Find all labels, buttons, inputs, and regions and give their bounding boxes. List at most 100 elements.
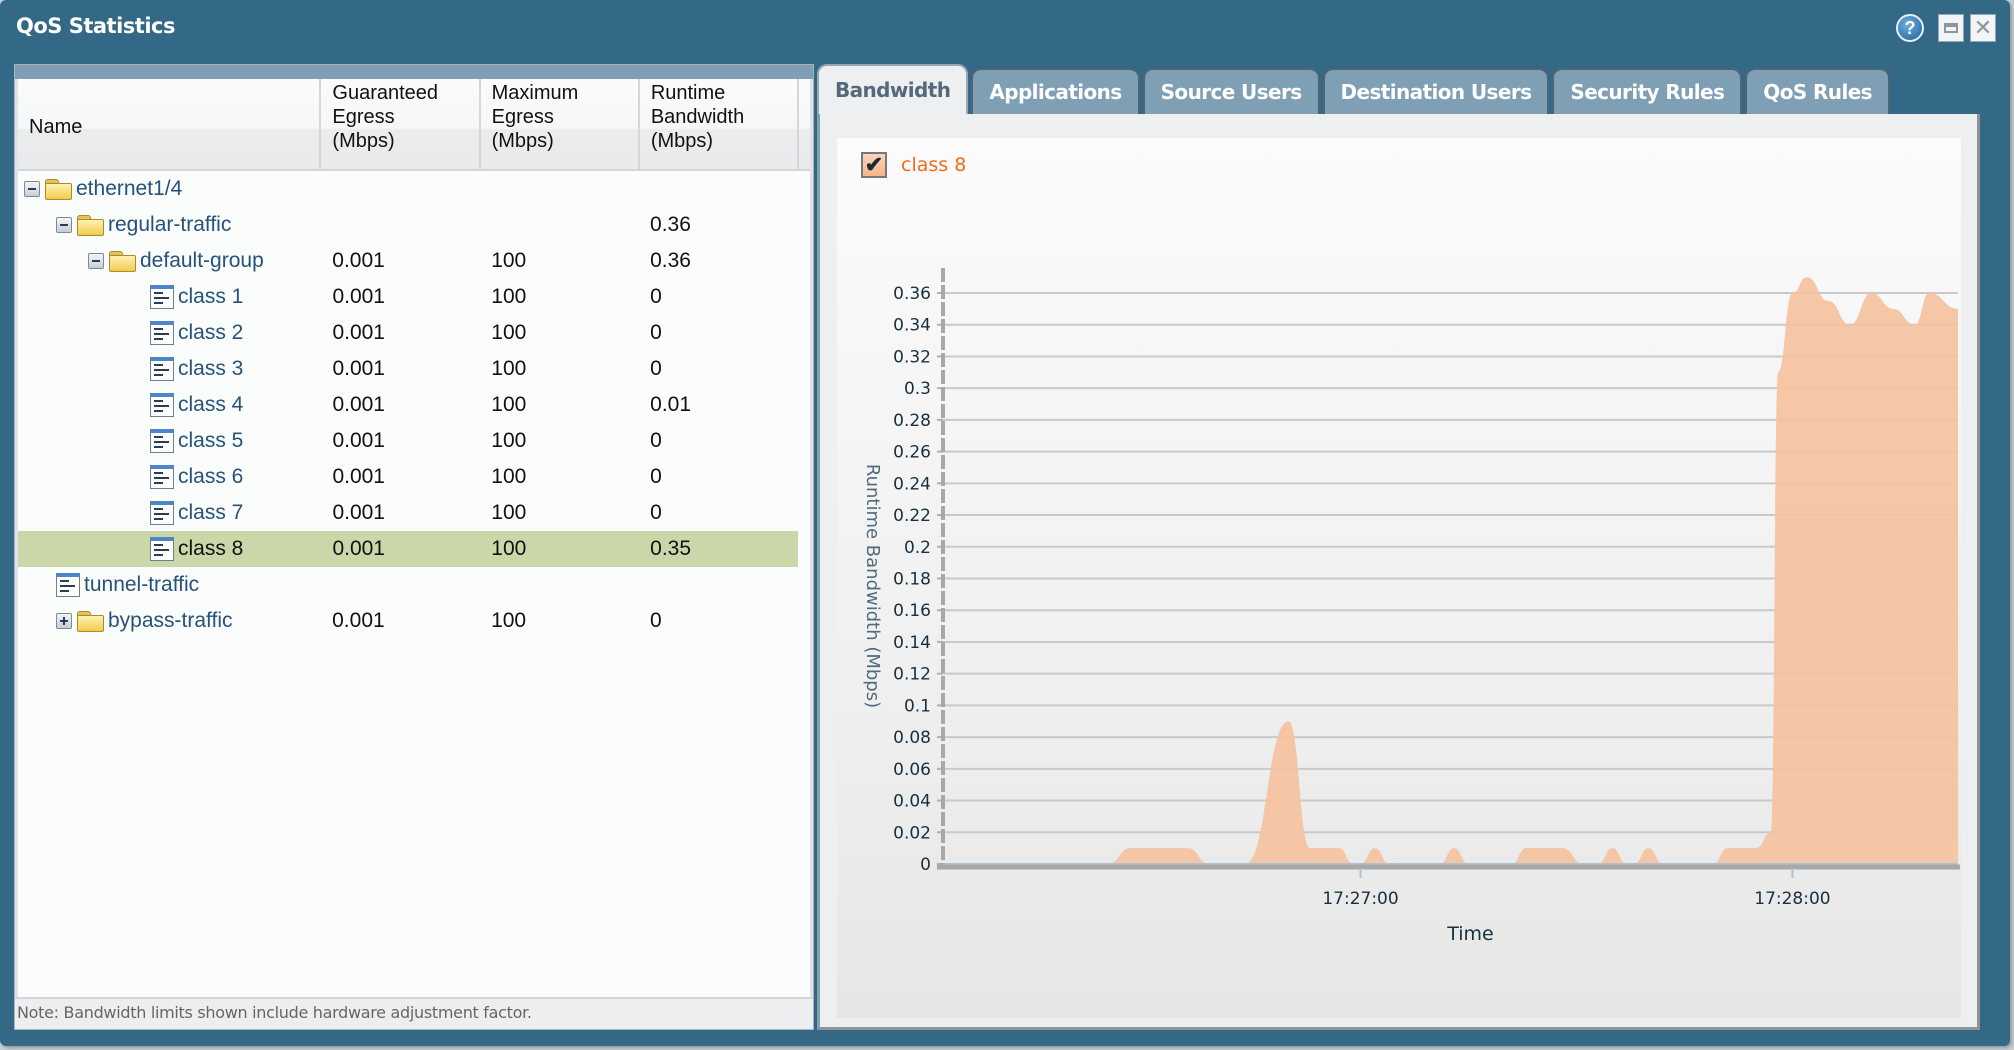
y-tick-label: 0.1: [904, 696, 931, 716]
collapse-icon[interactable]: [24, 181, 40, 197]
guaranteed-cell: 0.001: [332, 537, 385, 560]
guaranteed-cell: 0.001: [332, 321, 385, 344]
row-name[interactable]: class 8: [178, 537, 243, 561]
row-name[interactable]: regular-traffic: [108, 213, 231, 237]
class-icon: [150, 357, 174, 381]
name-cell: default-group: [18, 243, 321, 279]
maximize-icon: [1944, 23, 1958, 33]
runtime-cell: 0: [650, 285, 662, 308]
name-cell: tunnel-traffic: [18, 567, 321, 603]
row-name[interactable]: tunnel-traffic: [84, 573, 199, 597]
row-name[interactable]: class 1: [178, 285, 243, 309]
name-cell: bypass-traffic: [18, 603, 321, 639]
runtime-cell: 0: [650, 609, 662, 632]
maximum-cell: 100: [491, 609, 527, 632]
runtime-cell: 0.36: [650, 249, 691, 272]
column-header-runtime-bandwidth[interactable]: Runtime Bandwidth (Mbps): [640, 79, 800, 169]
expand-icon[interactable]: [56, 613, 72, 629]
tree-row[interactable]: class 2 0.001 100 0: [18, 315, 798, 351]
tab-qos-rules[interactable]: QoS Rules: [1745, 68, 1890, 114]
guaranteed-cell: 0.001: [332, 249, 385, 272]
maximum-cell: 100: [491, 249, 527, 272]
runtime-cell: 0.36: [650, 213, 691, 236]
tab-source-users[interactable]: Source Users: [1142, 68, 1320, 114]
grid-header: Name Guaranteed Egress (Mbps) Maximum Eg…: [18, 79, 810, 171]
maximum-cell: 100: [491, 357, 527, 380]
tab-destination-users[interactable]: Destination Users: [1322, 68, 1550, 114]
tab-applications[interactable]: Applications: [971, 68, 1140, 114]
y-tick-label: 0.16: [893, 601, 931, 621]
maximum-cell: 100: [491, 321, 527, 344]
window-controls: ? ✕: [1896, 14, 1996, 42]
y-tick-label: 0.24: [893, 474, 931, 494]
bandwidth-chart: 0 0.02 0.04 0.06 0.08 0.1 0.12 0.14 0.16 0.18 0.2 0…: [837, 138, 1961, 1018]
y-axis-title: Runtime Bandwidth (Mbps): [862, 464, 883, 708]
name-cell: regular-traffic: [18, 207, 321, 243]
tree-row[interactable]: ethernet1/4: [18, 171, 798, 207]
statistics-tab-panel: Bandwidth Applications Source Users Destina…: [817, 64, 1997, 1030]
guaranteed-cell: 0.001: [332, 609, 385, 632]
y-tick-label: 0.3: [904, 379, 931, 399]
y-tick-label: 0.14: [893, 633, 931, 653]
tree-row[interactable]: class 7 0.001 100 0: [18, 495, 798, 531]
tree-row[interactable]: class 1 0.001 100 0: [18, 279, 798, 315]
row-name[interactable]: class 2: [178, 321, 243, 345]
maximum-cell: 100: [491, 429, 527, 452]
help-icon[interactable]: ?: [1896, 14, 1924, 42]
tree-row[interactable]: class 4 0.001 100 0.01: [18, 387, 798, 423]
column-header-guaranteed-egress[interactable]: Guaranteed Egress (Mbps): [321, 79, 481, 169]
name-cell: class 8: [18, 531, 321, 567]
row-name[interactable]: class 6: [178, 465, 243, 489]
guaranteed-cell: 0.001: [332, 465, 385, 488]
title-bar[interactable]: QoS Statistics ? ✕: [0, 0, 2010, 60]
tree-row[interactable]: class 3 0.001 100 0: [18, 351, 798, 387]
row-name[interactable]: class 3: [178, 357, 243, 381]
class-icon: [150, 285, 174, 309]
y-tick-label: 0.2: [904, 538, 931, 558]
grid-toolbar-strip: [15, 65, 813, 79]
tree-row[interactable]: regular-traffic 0.36: [18, 207, 798, 243]
row-name[interactable]: class 4: [178, 393, 243, 417]
maximum-cell: 100: [491, 537, 527, 560]
tab-security-rules[interactable]: Security Rules: [1552, 68, 1743, 114]
class-icon: [150, 393, 174, 417]
tree-row[interactable]: class 6 0.001 100 0: [18, 459, 798, 495]
y-tick-label: 0.36: [893, 284, 931, 304]
class-icon: [150, 501, 174, 525]
class-icon: [150, 321, 174, 345]
tree-row[interactable]: tunnel-traffic: [18, 567, 798, 603]
y-tick-label: 0.22: [893, 506, 931, 526]
guaranteed-cell: 0.001: [332, 285, 385, 308]
maximize-button[interactable]: [1938, 14, 1964, 42]
tab-bandwidth[interactable]: Bandwidth: [817, 64, 969, 114]
y-tick-label: 0.06: [893, 760, 931, 780]
qos-tree-grid-panel: Name Guaranteed Egress (Mbps) Maximum Eg…: [14, 64, 814, 1030]
row-name[interactable]: default-group: [140, 249, 264, 273]
series-area-class-8: [943, 277, 1958, 864]
folder-icon: [108, 250, 136, 272]
row-name[interactable]: bypass-traffic: [108, 609, 233, 633]
column-header-maximum-egress[interactable]: Maximum Egress (Mbps): [481, 79, 640, 169]
collapse-icon[interactable]: [56, 217, 72, 233]
collapse-icon[interactable]: [88, 253, 104, 269]
row-name[interactable]: class 5: [178, 429, 243, 453]
y-tick-label: 0.04: [893, 792, 931, 812]
checkmark-icon: ✔: [864, 152, 884, 177]
x-tick-label: 17:27:00: [1322, 889, 1398, 909]
y-tick-label: 0.02: [893, 823, 931, 843]
row-name[interactable]: class 7: [178, 501, 243, 525]
folder-icon: [76, 610, 104, 632]
series-checkbox[interactable]: ✔: [861, 152, 887, 178]
row-name[interactable]: ethernet1/4: [76, 177, 182, 201]
legend-label[interactable]: class 8: [901, 154, 966, 176]
x-axis-title: Time: [1446, 923, 1494, 945]
tree-row[interactable]: default-group 0.001 100 0.36: [18, 243, 798, 279]
maximum-cell: 100: [491, 285, 527, 308]
name-cell: class 1: [18, 279, 321, 315]
tree-row[interactable]: bypass-traffic 0.001 100 0: [18, 603, 798, 639]
runtime-cell: 0: [650, 321, 662, 344]
tree-row[interactable]: class 5 0.001 100 0: [18, 423, 798, 459]
close-button[interactable]: ✕: [1970, 14, 1996, 42]
tree-row[interactable]: class 8 0.001 100 0.35: [18, 531, 798, 567]
column-header-name[interactable]: Name: [18, 79, 322, 169]
